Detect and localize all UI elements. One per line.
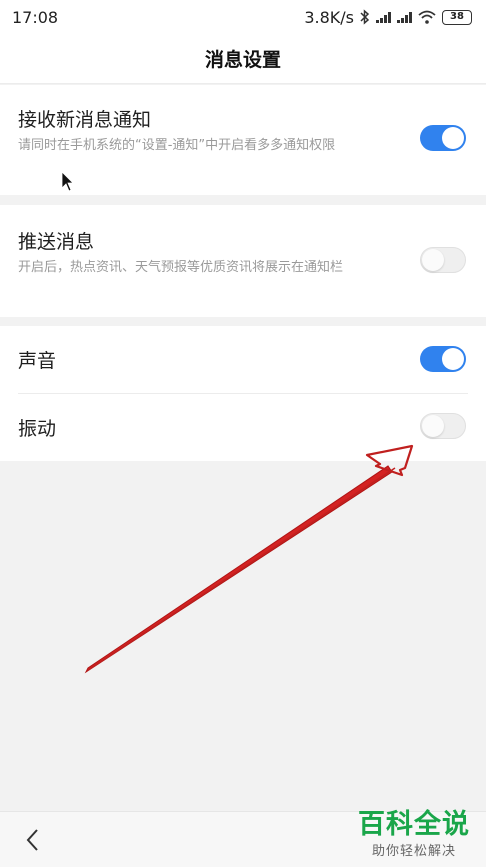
bottom-navigation-bar: 百科全说 助你轻松解决 — [0, 809, 486, 867]
settings-card-push: 推送消息 开启后，热点资讯、天气预报等优质资讯将展示在通知栏 — [0, 205, 486, 317]
bluetooth-icon — [360, 9, 370, 25]
setting-desc-receive: 请同时在手机系统的“设置-通知”中开启看多多通知权限 — [18, 138, 336, 153]
setting-row-vibrate: 振动 — [0, 393, 486, 461]
toggle-knob — [442, 127, 464, 149]
watermark-logo: 百科全说 助你轻松解决 — [358, 809, 470, 860]
toggle-vibrate[interactable] — [420, 413, 466, 439]
watermark-main: 百科全说 — [358, 809, 470, 840]
status-icons: 3.8K/s 38 — [304, 8, 472, 27]
settings-card-receive: 接收新消息通知 请同时在手机系统的“设置-通知”中开启看多多通知权限 — [0, 85, 486, 195]
watermark-sub: 助你轻松解决 — [371, 844, 456, 859]
setting-title-sound: 声音 — [18, 350, 57, 372]
back-button[interactable] — [20, 826, 44, 854]
signal-icon — [397, 11, 412, 23]
annotation-arrow — [84, 444, 414, 674]
wifi-icon — [418, 10, 436, 24]
setting-title-push: 推送消息 — [18, 231, 95, 253]
setting-title-receive: 接收新消息通知 — [18, 109, 152, 131]
toggle-sound[interactable] — [420, 346, 466, 372]
setting-row-receive: 接收新消息通知 请同时在手机系统的“设置-通知”中开启看多多通知权限 — [0, 85, 486, 195]
signal-icon — [376, 11, 391, 23]
setting-title-vibrate: 振动 — [18, 417, 57, 440]
setting-desc-push: 开启后，热点资讯、天气预报等优质资讯将展示在通知栏 — [18, 260, 344, 275]
battery-level: 38 — [450, 10, 464, 22]
settings-card-alerts: 声音 振动 — [0, 326, 486, 461]
toggle-push-messages[interactable] — [420, 247, 466, 273]
chevron-left-icon — [26, 829, 38, 851]
toggle-receive-notifications[interactable] — [420, 125, 466, 151]
setting-row-sound: 声音 — [0, 326, 486, 393]
toggle-knob — [422, 249, 444, 271]
setting-row-push: 推送消息 开启后，热点资讯、天气预报等优质资讯将展示在通知栏 — [0, 205, 486, 317]
toggle-knob — [442, 348, 464, 370]
battery-icon: 38 — [442, 9, 472, 25]
status-bar: 17:08 3.8K/s 38 — [0, 0, 486, 34]
status-time: 17:08 — [12, 7, 59, 27]
toggle-knob — [422, 415, 444, 437]
title-bar: 消息设置 — [0, 34, 486, 84]
network-speed: 3.8K/s — [304, 7, 354, 27]
page-title: 消息设置 — [204, 49, 281, 71]
